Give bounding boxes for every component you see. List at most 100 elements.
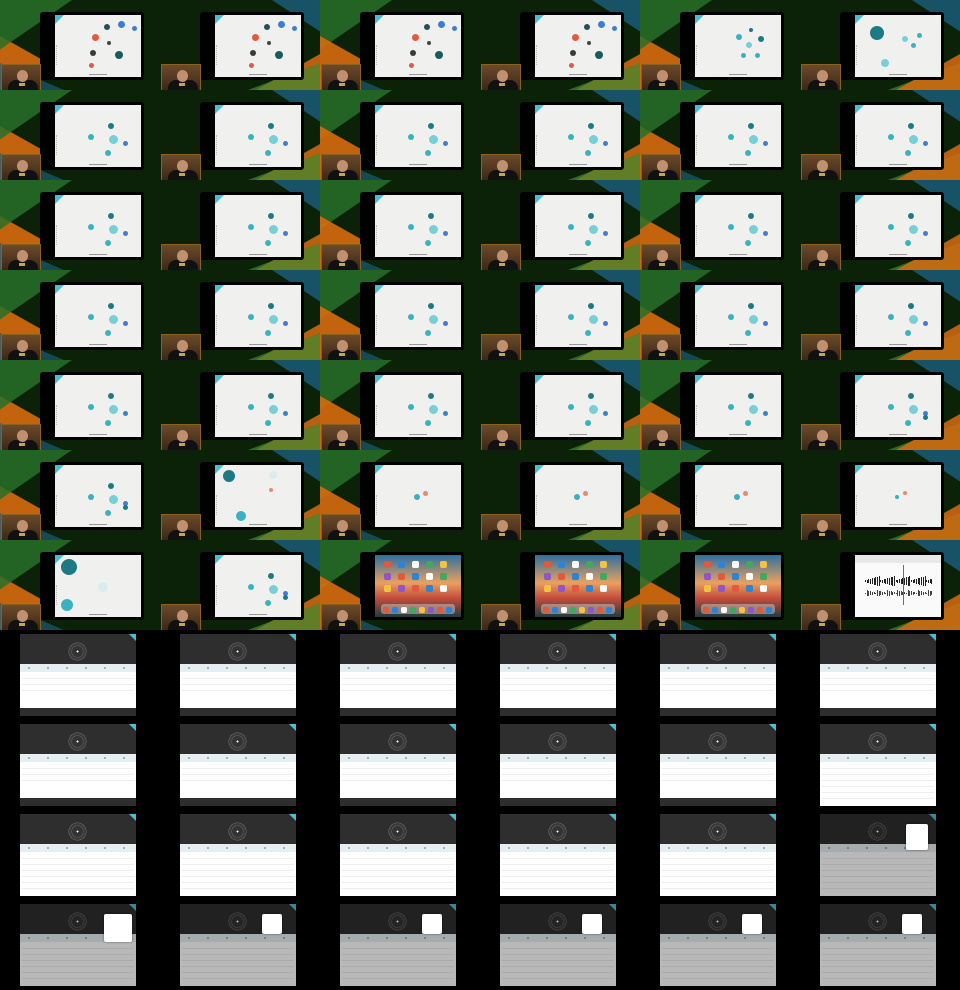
bubble — [425, 150, 431, 156]
tab-dot — [725, 667, 727, 669]
home-indicator — [89, 614, 107, 615]
video-frame — [640, 450, 800, 540]
presenter-shirt — [179, 173, 185, 176]
bubble — [269, 488, 273, 492]
dock-icon — [721, 607, 727, 613]
record-disc — [548, 822, 567, 841]
record-disc — [228, 822, 247, 841]
bubble — [268, 584, 278, 594]
tab-strip — [820, 754, 936, 762]
bubble — [98, 582, 108, 592]
memo-row — [662, 854, 774, 859]
side-nav — [696, 135, 698, 155]
corner-tab — [535, 285, 544, 294]
tablet-frame — [200, 462, 304, 530]
app-icon — [600, 561, 607, 568]
bubble — [888, 134, 894, 140]
bubble — [268, 303, 274, 309]
tablet-frame — [200, 372, 304, 440]
presenter-head — [497, 520, 508, 532]
tab-dot — [847, 757, 849, 759]
app-icon — [732, 573, 739, 580]
app-icon — [398, 573, 405, 580]
tablet-screen — [215, 15, 301, 77]
memo-row — [822, 776, 934, 781]
corner-tab — [55, 285, 64, 294]
webcam-overlay — [161, 334, 201, 360]
dock-icon — [712, 607, 718, 613]
voice-memos-screen — [340, 724, 456, 806]
webcam-overlay — [641, 154, 681, 180]
bubble — [422, 490, 428, 496]
memo-list — [340, 762, 456, 802]
dock-icon — [606, 607, 612, 613]
webcam-overlay — [641, 334, 681, 360]
presenter-head — [657, 520, 668, 532]
voice-memos-screen — [500, 634, 616, 716]
webcam-overlay — [801, 334, 841, 360]
voice-memos-screen — [180, 724, 296, 806]
bubble — [588, 123, 594, 129]
voice-memo-frame — [320, 630, 480, 720]
app-bubble — [115, 51, 123, 59]
bubble — [105, 420, 111, 426]
presenter-shirt — [819, 173, 825, 176]
presenter-head — [657, 610, 668, 622]
presenter-shirt — [659, 263, 665, 266]
side-nav — [696, 405, 698, 425]
doc-icon — [922, 230, 928, 236]
doc-icon — [282, 140, 288, 146]
app-icon — [412, 573, 419, 580]
bottom-bar — [20, 708, 136, 716]
bubble — [568, 404, 574, 410]
bubble — [749, 28, 753, 32]
tab-dot — [706, 757, 708, 759]
corner-tab — [375, 285, 384, 294]
presenter-shirt — [339, 623, 345, 626]
corner-tab — [129, 724, 136, 731]
tablet-frame — [680, 552, 784, 620]
doc-icon — [442, 140, 448, 146]
tab-dot — [47, 757, 49, 759]
memo-list — [20, 672, 136, 712]
record-disc — [68, 822, 87, 841]
bubble — [908, 303, 914, 309]
webcam-overlay — [1, 604, 41, 630]
presenter-shirt — [659, 83, 665, 86]
tablet-screen — [215, 195, 301, 257]
side-nav — [856, 225, 858, 245]
memo-row — [342, 674, 454, 679]
tab-dot — [207, 847, 209, 849]
webcam-overlay — [161, 514, 201, 540]
playhead — [903, 565, 904, 605]
bubble — [268, 573, 274, 579]
bubble — [61, 559, 77, 575]
tab-dot — [28, 757, 30, 759]
presenter-head — [657, 430, 668, 442]
side-nav — [376, 495, 378, 515]
voice-memo-frame — [0, 900, 160, 990]
bubble — [748, 213, 754, 219]
memo-row — [822, 788, 934, 793]
bubble — [728, 314, 734, 320]
tab-dot — [386, 757, 388, 759]
tab-dot — [66, 757, 68, 759]
home-indicator — [89, 434, 107, 435]
memo-row — [182, 878, 294, 883]
memo-row — [822, 686, 934, 691]
presenter-shirt — [179, 623, 185, 626]
tab-dot — [367, 667, 369, 669]
popup-menu — [742, 914, 762, 934]
bubble — [105, 330, 111, 336]
tab-dot — [443, 667, 445, 669]
presenter-shirt — [659, 533, 665, 536]
presenter-head — [17, 340, 28, 352]
voice-memo-frame — [160, 900, 320, 990]
voice-memos-screen — [500, 904, 616, 986]
app-icon — [586, 573, 593, 580]
tablet-screen — [215, 105, 301, 167]
voice-memos-screen — [660, 634, 776, 716]
memo-list — [660, 762, 776, 802]
memo-row — [342, 866, 454, 871]
presenter-shirt — [659, 353, 665, 356]
